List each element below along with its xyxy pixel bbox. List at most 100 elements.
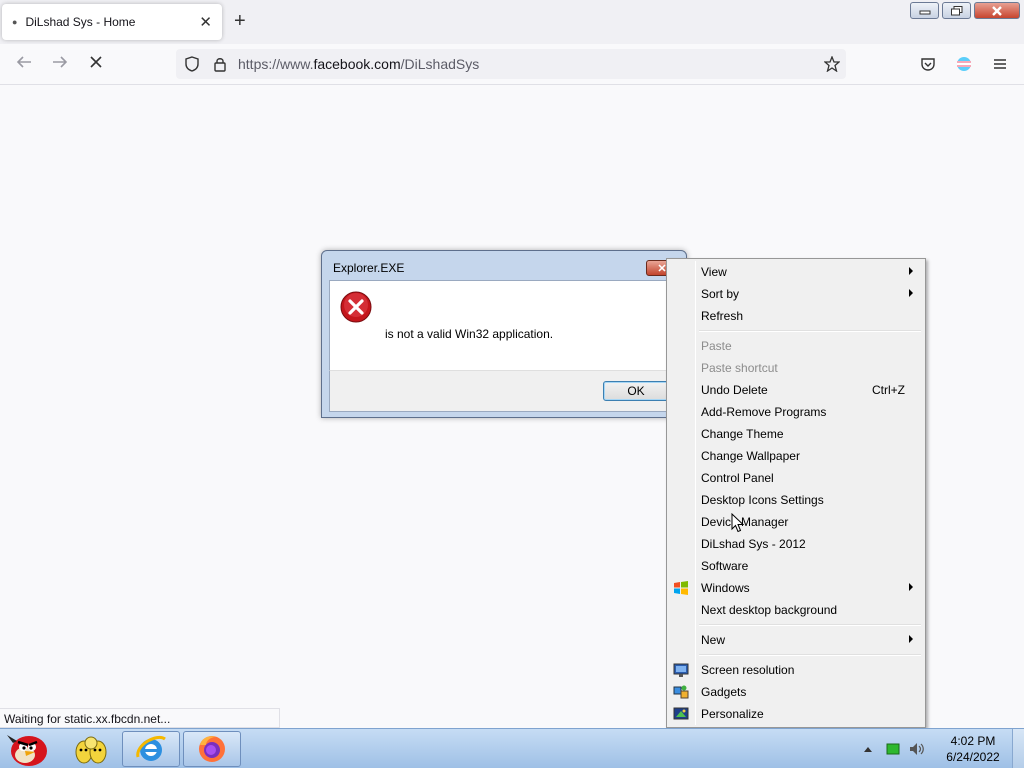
stop-button[interactable] [88, 54, 104, 75]
taskbar-clock[interactable]: 4:02 PM 6/24/2022 [934, 733, 1012, 765]
menu-item-label: Sort by [701, 287, 740, 301]
tab-close-icon[interactable]: ✕ [199, 13, 212, 31]
menu-item-label: DiLshad Sys - 2012 [701, 537, 806, 551]
windows-logo-icon [673, 580, 689, 596]
menu-item-add-remove-programs[interactable]: Add-Remove Programs [669, 401, 923, 423]
desktop-context-menu: View Sort by Refresh Paste Paste shortcut Und… [666, 258, 926, 728]
menu-item-undo-delete[interactable]: Undo Delete Ctrl+Z [669, 379, 923, 401]
window-close-button[interactable] [974, 2, 1020, 19]
pocket-icon[interactable] [920, 56, 936, 72]
menu-item-control-panel[interactable]: Control Panel [669, 467, 923, 489]
menu-item-device-manager[interactable]: Device Manager [669, 511, 923, 533]
back-button[interactable] [15, 54, 33, 75]
menu-item-new[interactable]: New [669, 629, 923, 651]
monitor-icon [673, 662, 689, 678]
firefox-icon [199, 736, 225, 762]
menu-item-label: Software [701, 559, 749, 573]
status-text: Waiting for static.xx.fbcdn.net... [0, 708, 280, 728]
account-avatar-icon[interactable] [956, 56, 972, 72]
menu-separator [699, 654, 921, 656]
menu-item-label: Desktop Icons Settings [701, 493, 824, 507]
submenu-arrow-icon [909, 635, 913, 643]
lock-icon[interactable] [212, 56, 228, 72]
restore-icon [950, 5, 962, 15]
menu-separator [699, 330, 921, 332]
url-path: /DiLshadSys [400, 56, 480, 72]
browser-nav-bar: https://www.facebook.com/DiLshadSys [0, 44, 1024, 85]
minimize-button[interactable] [910, 2, 939, 19]
menu-item-sort-by[interactable]: Sort by [669, 283, 923, 305]
menu-item-windows[interactable]: Windows [669, 577, 923, 599]
dialog-body: is not a valid Win32 application. [329, 280, 679, 370]
menu-item-label: Personalize [701, 707, 764, 721]
menu-item-label: Gadgets [701, 685, 747, 699]
dialog-footer: OK [329, 370, 679, 412]
menu-item-change-theme[interactable]: Change Theme [669, 423, 923, 445]
volume-icon[interactable] [908, 741, 924, 757]
menu-item-view[interactable]: View [669, 261, 923, 283]
menu-item-label: Screen resolution [701, 663, 795, 677]
network-icon[interactable] [886, 742, 900, 756]
taskbar: 4:02 PM 6/24/2022 [0, 728, 1024, 768]
menu-item-label: New [701, 633, 726, 647]
forward-arrow-icon [53, 56, 68, 68]
menu-item-gadgets[interactable]: Gadgets [669, 681, 923, 703]
menu-item-software[interactable]: Software [669, 555, 923, 577]
menu-item-label: Windows [701, 581, 750, 595]
menu-hamburger-icon[interactable] [992, 56, 1008, 72]
folder-icon [75, 736, 107, 764]
system-tray: 4:02 PM 6/24/2022 [864, 729, 1024, 768]
menu-item-label: Next desktop background [701, 603, 838, 617]
ok-button[interactable]: OK [603, 381, 669, 401]
restore-button[interactable] [942, 2, 971, 19]
menu-item-label: Refresh [701, 309, 744, 323]
taskbar-app-internet-explorer[interactable] [122, 731, 180, 767]
minimize-icon [919, 10, 930, 14]
error-dialog: Explorer.EXE ✕ is not a valid Win32 appl… [321, 250, 687, 418]
menu-item-label: Paste shortcut [701, 361, 778, 375]
submenu-arrow-icon [909, 289, 913, 297]
menu-item-desktop-icons-settings[interactable]: Desktop Icons Settings [669, 489, 923, 511]
menu-item-refresh[interactable]: Refresh [669, 305, 923, 327]
menu-item-label: Change Theme [701, 427, 784, 441]
url-prefix: https://www. [238, 56, 314, 72]
close-icon [992, 5, 1002, 16]
menu-item-next-desktop-background[interactable]: Next desktop background [669, 599, 923, 621]
menu-item-screen-resolution[interactable]: Screen resolution [669, 659, 923, 681]
menu-item-label: Undo Delete [701, 383, 768, 397]
error-icon [340, 291, 372, 323]
start-button[interactable] [0, 731, 56, 767]
browser-tab[interactable]: ● DiLshad Sys - Home ✕ [2, 4, 222, 40]
menu-item-paste[interactable]: Paste [669, 335, 923, 357]
dialog-title: Explorer.EXE [333, 261, 405, 275]
menu-item-paste-shortcut[interactable]: Paste shortcut [669, 357, 923, 379]
window-controls [910, 2, 1020, 19]
menu-item-personalize[interactable]: Personalize [669, 703, 923, 725]
show-desktop-button[interactable] [1012, 729, 1024, 768]
tab-title: DiLshad Sys - Home [25, 15, 136, 29]
mouse-cursor-icon [731, 513, 745, 533]
submenu-arrow-icon [909, 267, 913, 275]
clock-date: 6/24/2022 [946, 750, 1000, 764]
bookmark-star-icon[interactable] [824, 56, 840, 72]
taskbar-app-firefox[interactable] [183, 731, 241, 767]
menu-item-label: Change Wallpaper [701, 449, 800, 463]
browser-tab-bar: ● DiLshad Sys - Home ✕ + [0, 0, 1024, 44]
url-bar[interactable]: https://www.facebook.com/DiLshadSys [176, 49, 846, 79]
menu-item-change-wallpaper[interactable]: Change Wallpaper [669, 445, 923, 467]
taskbar-app-folder[interactable] [62, 731, 120, 767]
tab-loading-dot: ● [12, 17, 18, 27]
shield-icon[interactable] [184, 56, 200, 72]
menu-item-label: Paste [701, 339, 732, 353]
clock-time: 4:02 PM [950, 734, 996, 748]
menu-item-shortcut: Ctrl+Z [872, 383, 905, 397]
menu-item-dilshad-sys-2012[interactable]: DiLshad Sys - 2012 [669, 533, 923, 555]
show-hidden-icons-icon[interactable] [864, 746, 872, 752]
forward-button[interactable] [51, 54, 69, 75]
stop-icon [90, 56, 102, 68]
gadgets-icon [673, 684, 689, 700]
submenu-arrow-icon [909, 583, 913, 591]
internet-explorer-icon [136, 736, 166, 761]
angry-birds-icon [7, 735, 47, 766]
new-tab-button[interactable]: + [234, 10, 246, 32]
